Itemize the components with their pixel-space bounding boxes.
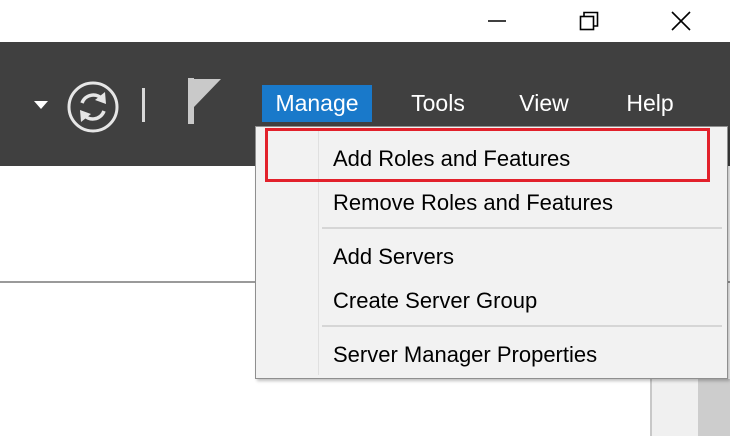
menu-manage[interactable]: Manage (262, 85, 372, 122)
create-server-group-item[interactable]: Create Server Group (333, 281, 537, 321)
dropdown-arrow-icon[interactable] (33, 100, 49, 110)
server-manager-properties-item[interactable]: Server Manager Properties (333, 335, 597, 375)
minimize-button[interactable] (474, 0, 520, 42)
title-bar (0, 0, 730, 42)
close-icon (671, 11, 691, 31)
flag-icon[interactable] (186, 77, 226, 127)
scrollbar-thumb[interactable] (698, 379, 730, 436)
refresh-icon[interactable] (66, 81, 122, 133)
toolbar-separator (142, 88, 145, 122)
highlight-annotation (265, 128, 710, 182)
close-button[interactable] (658, 0, 704, 42)
menu-tools[interactable]: Tools (402, 85, 474, 122)
minimize-icon (488, 20, 506, 22)
menu-separator (322, 227, 722, 229)
menu-separator (322, 325, 722, 327)
remove-roles-and-features-item[interactable]: Remove Roles and Features (333, 183, 613, 223)
restore-icon (579, 11, 599, 31)
menu-help[interactable]: Help (616, 85, 684, 122)
restore-button[interactable] (566, 0, 612, 42)
menu-view[interactable]: View (510, 85, 578, 122)
add-servers-item[interactable]: Add Servers (333, 237, 454, 277)
